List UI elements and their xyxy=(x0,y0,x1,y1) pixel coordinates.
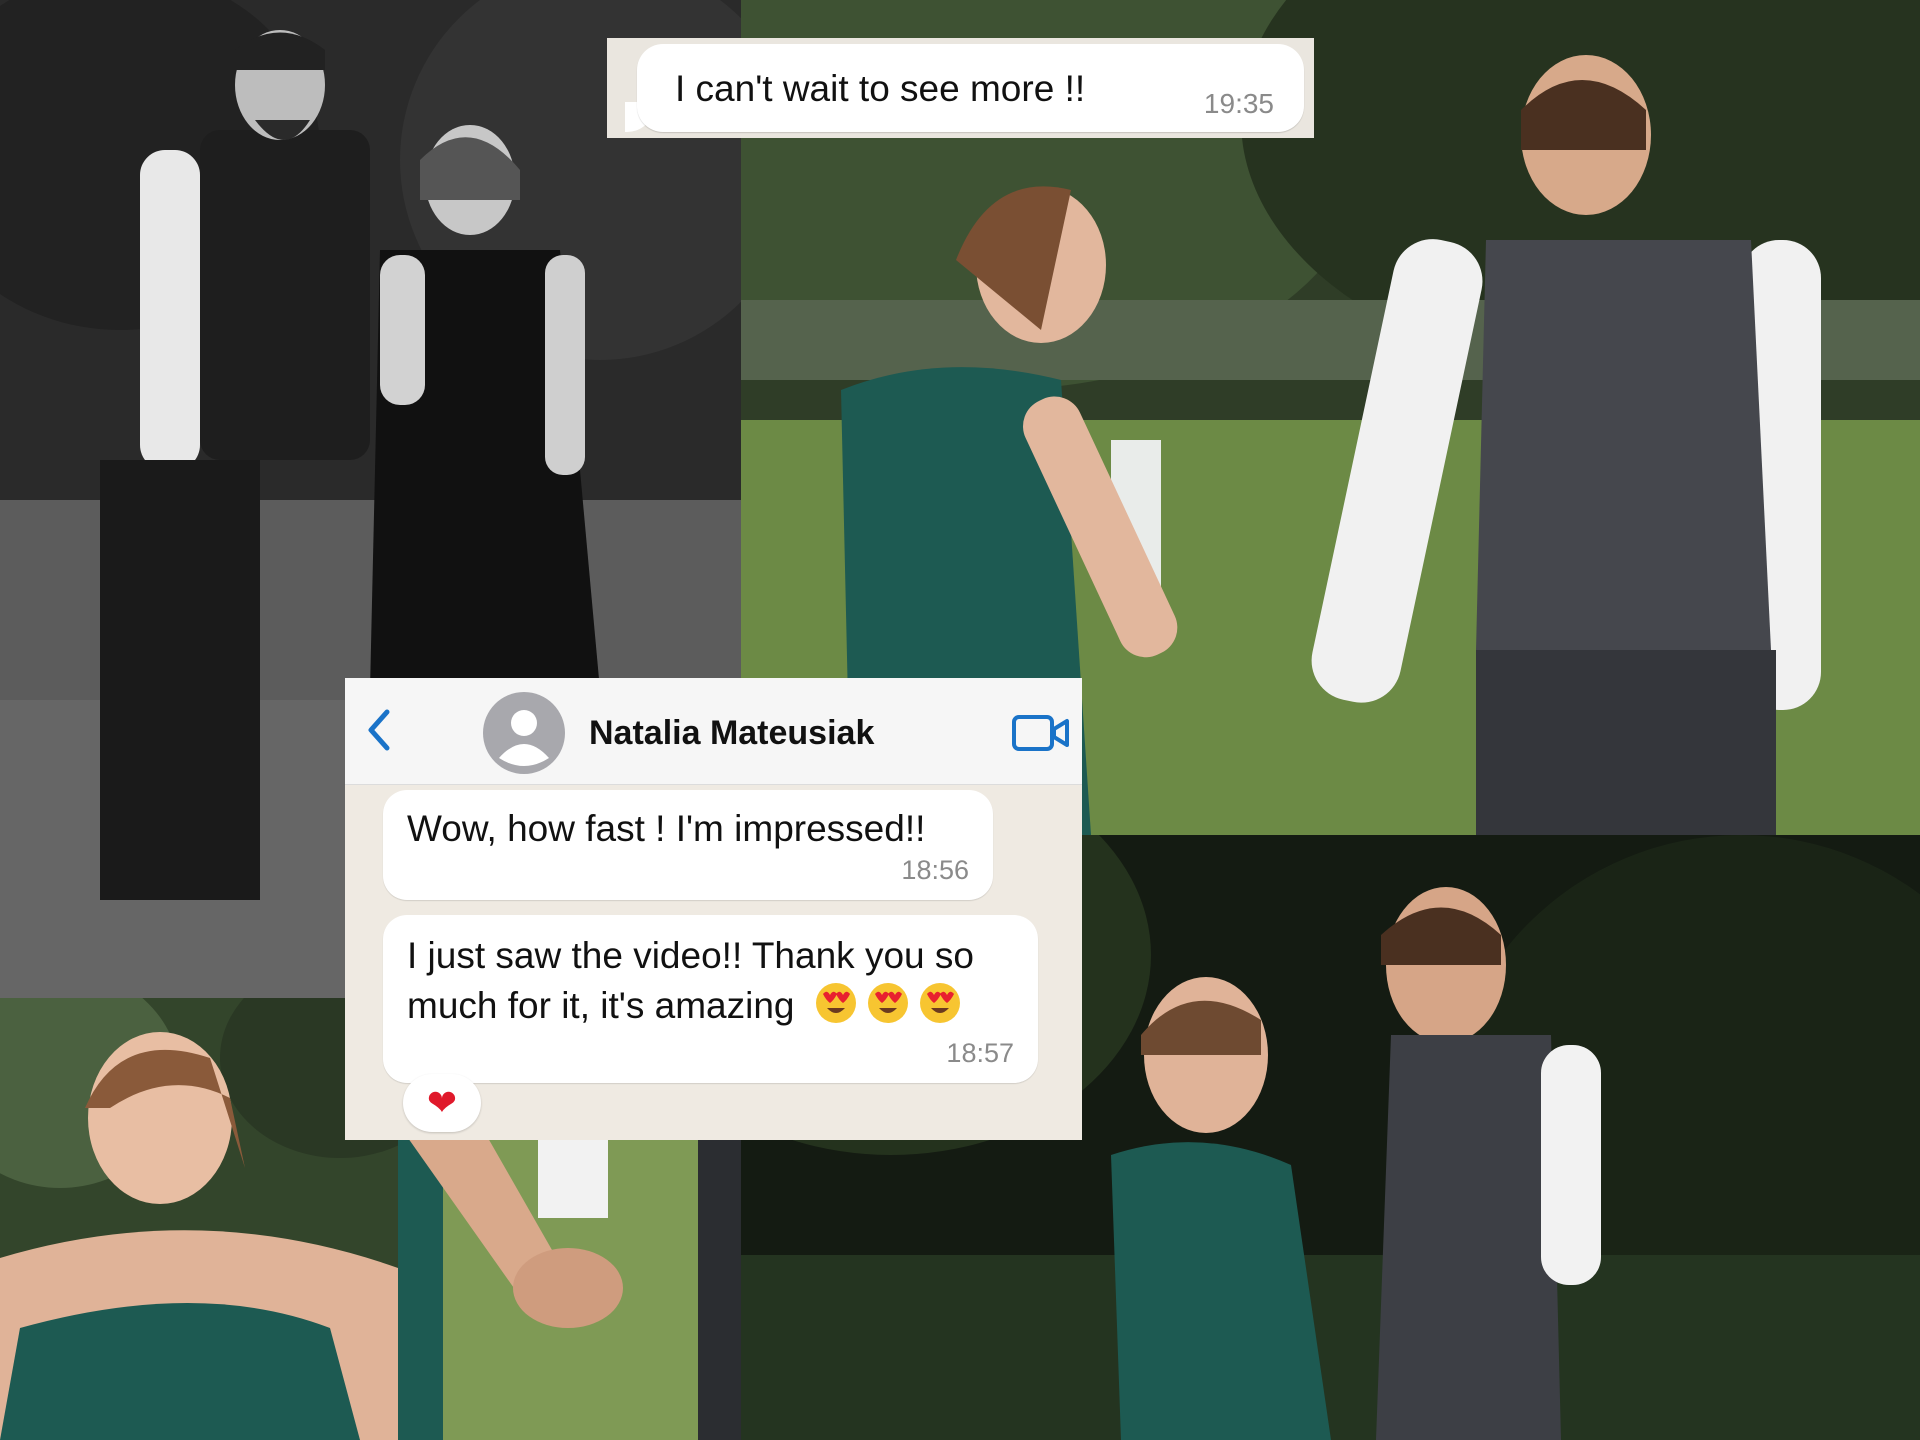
heart-eyes-emoji xyxy=(919,983,960,1023)
video-call-icon[interactable] xyxy=(1011,713,1071,753)
chat-header: Natalia Mateusiak xyxy=(345,678,1082,785)
message-text: Wow, how fast ! I'm impressed!! xyxy=(407,808,926,849)
heart-eyes-emoji xyxy=(867,983,908,1023)
message-text: I can't wait to see more !! xyxy=(675,68,1086,109)
heart-eyes-emoji xyxy=(815,983,856,1023)
photo-holding-hands-detail xyxy=(398,1138,741,1440)
message-card-top: I can't wait to see more !! 19:35 xyxy=(607,38,1314,138)
message-time: 18:57 xyxy=(946,1038,1014,1068)
contact-name[interactable]: Natalia Mateusiak xyxy=(589,714,874,753)
message-time: 18:56 xyxy=(901,855,969,885)
photo-laughing-woman xyxy=(0,998,398,1440)
chat-screenshot: Natalia Mateusiak Wow, how fast ! I'm im… xyxy=(345,678,1082,1140)
chevron-left-icon[interactable] xyxy=(359,700,395,760)
message-bubble[interactable]: Wow, how fast ! I'm impressed!! 18:56 xyxy=(383,790,993,900)
heart-reaction-icon[interactable]: ❤ xyxy=(403,1074,481,1132)
message-bubble[interactable]: I can't wait to see more !! 19:35 xyxy=(637,44,1304,132)
message-text: I just saw the video!! Thank you so much… xyxy=(407,931,1027,1031)
message-bubble[interactable]: I just saw the video!! Thank you so much… xyxy=(383,915,1038,1083)
avatar-placeholder-icon[interactable] xyxy=(483,692,565,774)
reaction-glyph: ❤ xyxy=(426,1082,458,1123)
message-time: 19:35 xyxy=(1203,88,1274,119)
